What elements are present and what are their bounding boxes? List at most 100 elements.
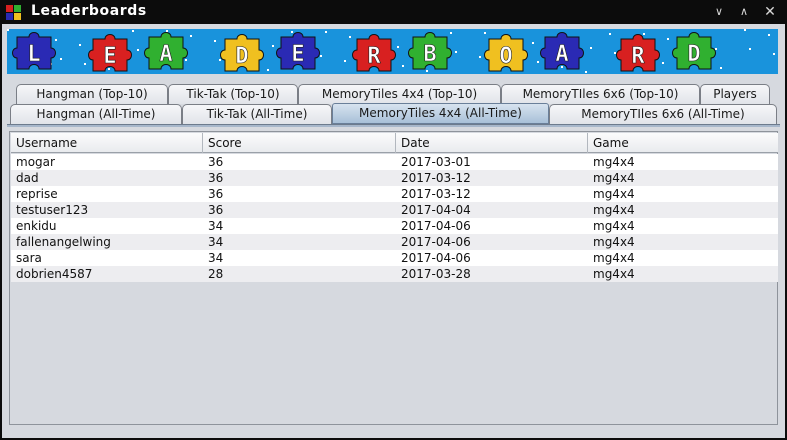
close-button[interactable]: ✕ xyxy=(761,3,779,21)
banner-puzzle-piece: A xyxy=(144,32,188,70)
tab-tiktak-top10[interactable]: Tik-Tak (Top-10) xyxy=(168,84,298,104)
banner-star xyxy=(609,33,611,35)
tab-memorytiles6-alltime[interactable]: MemoryTIles 6x6 (All-Time) xyxy=(549,104,777,124)
banner-puzzle-piece: A xyxy=(540,32,584,70)
cell-score: 28 xyxy=(208,267,224,281)
banner-star xyxy=(214,40,216,42)
banner-star xyxy=(397,46,399,48)
banner-star xyxy=(320,55,322,57)
cell-username: enkidu xyxy=(16,219,57,233)
banner-star xyxy=(768,34,770,36)
table-row[interactable]: reprise 36 2017-03-12 mg4x4 xyxy=(11,186,778,202)
cell-date: 2017-04-06 xyxy=(401,219,471,233)
banner-star xyxy=(720,67,722,69)
cell-date: 2017-03-28 xyxy=(401,267,471,281)
cell-game: mg4x4 xyxy=(593,251,635,265)
banner-letter: A xyxy=(159,42,172,67)
banner-letter: D xyxy=(687,42,700,67)
banner-letter: R xyxy=(367,44,381,69)
banner-puzzle-piece: E xyxy=(276,32,320,70)
tab-tiktak-alltime[interactable]: Tik-Tak (All-Time) xyxy=(182,104,332,124)
title-bar: Leaderboards ∨ ∧ ✕ xyxy=(0,0,787,24)
table-header: Username Score Date Game xyxy=(11,133,778,153)
cell-date: 2017-03-12 xyxy=(401,187,471,201)
cell-date: 2017-04-06 xyxy=(401,251,471,265)
table-row[interactable]: enkidu 34 2017-04-06 mg4x4 xyxy=(11,218,778,234)
cell-game: mg4x4 xyxy=(593,267,635,281)
tab-hangman-alltime[interactable]: Hangman (All-Time) xyxy=(10,104,182,124)
banner-star xyxy=(402,65,404,67)
tab-hangman-top10[interactable]: Hangman (Top-10) xyxy=(16,84,168,104)
cell-username: reprise xyxy=(16,187,58,201)
cell-game: mg4x4 xyxy=(593,155,635,169)
column-header-date[interactable]: Date xyxy=(396,133,588,153)
banner-star xyxy=(344,60,346,62)
tab-players[interactable]: Players xyxy=(700,84,770,104)
maximize-button[interactable]: ∧ xyxy=(735,3,753,21)
cell-game: mg4x4 xyxy=(593,171,635,185)
cell-score: 36 xyxy=(208,171,224,185)
banner-puzzle-piece: B xyxy=(408,32,452,70)
banner-letter: E xyxy=(291,42,304,67)
column-header-username[interactable]: Username xyxy=(11,133,203,153)
cell-date: 2017-04-06 xyxy=(401,235,471,249)
banner-puzzle-piece: R xyxy=(616,34,660,72)
banner-puzzle-letters: LEADERBOARD xyxy=(7,29,775,73)
banner-star xyxy=(479,56,481,58)
table-row[interactable]: fallenangelwing 34 2017-04-06 mg4x4 xyxy=(11,234,778,250)
banner-puzzle-piece: D xyxy=(672,32,716,70)
window-title: Leaderboards xyxy=(31,3,147,19)
banner-star xyxy=(79,44,81,46)
banner-letter: E xyxy=(103,44,116,69)
minimize-button[interactable]: ∨ xyxy=(710,3,728,21)
tab-memorytiles4-alltime[interactable]: MemoryTiles 4x4 (All-Time) xyxy=(332,103,549,124)
cell-username: sara xyxy=(16,251,42,265)
banner-star xyxy=(662,62,664,64)
banner-letter: B xyxy=(423,42,436,67)
cell-game: mg4x4 xyxy=(593,235,635,249)
banner-puzzle-piece: D xyxy=(220,34,264,72)
banner-star xyxy=(132,30,134,32)
table-row[interactable]: testuser123 36 2017-04-04 mg4x4 xyxy=(11,202,778,218)
banner-puzzle-piece: O xyxy=(484,34,528,72)
banner-star xyxy=(349,36,351,38)
banner-star xyxy=(450,32,452,34)
banner-puzzle-piece: R xyxy=(352,34,396,72)
banner-star xyxy=(137,49,139,51)
cell-username: testuser123 xyxy=(16,203,89,217)
table-row[interactable]: dad 36 2017-03-12 mg4x4 xyxy=(11,170,778,186)
cell-score: 34 xyxy=(208,251,224,265)
cell-username: dobrien4587 xyxy=(16,267,93,281)
banner-star xyxy=(744,29,746,31)
banner-star xyxy=(55,39,57,41)
banner-star xyxy=(272,45,274,47)
cell-date: 2017-03-01 xyxy=(401,155,471,169)
cell-date: 2017-03-12 xyxy=(401,171,471,185)
tab-memorytiles6-top10[interactable]: MemoryTIles 6x6 (Top-10) xyxy=(501,84,700,104)
banner-star xyxy=(455,51,457,53)
banner-star xyxy=(267,69,269,71)
column-header-score[interactable]: Score xyxy=(203,133,396,153)
column-header-game[interactable]: Game xyxy=(588,133,778,153)
leaderboard-banner: LEADERBOARD xyxy=(7,29,778,74)
table-row[interactable]: sara 34 2017-04-06 mg4x4 xyxy=(11,250,778,266)
banner-star xyxy=(667,38,669,40)
banner-letter: L xyxy=(27,42,40,67)
banner-puzzle-piece: E xyxy=(88,34,132,72)
banner-letter: O xyxy=(499,44,512,69)
banner-star xyxy=(325,31,327,33)
leaderboard-table: Username Score Date Game mogar 36 2017-03-… xyxy=(9,131,778,425)
banner-star xyxy=(643,33,645,35)
cell-username: mogar xyxy=(16,155,55,169)
banner-puzzle-piece: L xyxy=(12,32,56,70)
banner-star xyxy=(60,58,62,60)
tab-memorytiles4-top10[interactable]: MemoryTiles 4x4 (Top-10) xyxy=(298,84,501,104)
cell-score: 36 xyxy=(208,187,224,201)
banner-star xyxy=(190,35,192,37)
cell-username: dad xyxy=(16,171,39,185)
banner-letter: R xyxy=(631,44,645,69)
table-row[interactable]: dobrien4587 28 2017-03-28 mg4x4 xyxy=(11,266,778,282)
puzzle-piece-icon xyxy=(6,5,21,20)
banner-star xyxy=(749,48,751,50)
table-row[interactable]: mogar 36 2017-03-01 mg4x4 xyxy=(11,154,778,170)
